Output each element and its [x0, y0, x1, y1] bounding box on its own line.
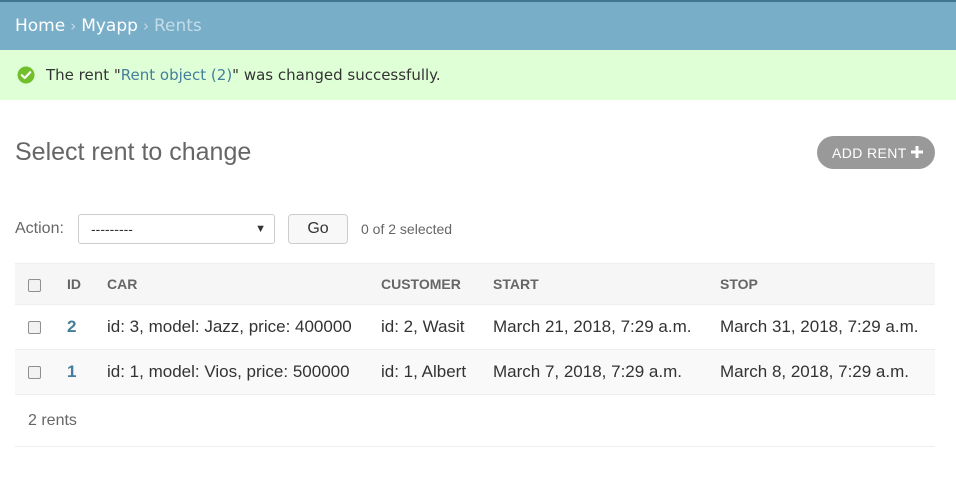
customer-cell: id: 2, Wasit [381, 304, 493, 350]
breadcrumb-separator: › [70, 17, 77, 35]
row-select-cell [15, 304, 67, 350]
results-table: ID CAR CUSTOMER START STOP 2 id: 3, mode… [15, 263, 935, 395]
paginator: 2 rents [15, 395, 935, 447]
table-row: 2 id: 3, model: Jazz, price: 400000 id: … [15, 304, 935, 350]
car-cell: id: 3, model: Jazz, price: 400000 [107, 304, 381, 350]
action-selected-option: --------- [91, 221, 133, 237]
success-message: The rent "Rent object (2)" was changed s… [0, 50, 956, 100]
breadcrumb-home-link[interactable]: Home [15, 16, 65, 36]
row-select-cell [15, 349, 67, 395]
column-header-start[interactable]: START [493, 263, 720, 305]
row-id-link[interactable]: 2 [67, 317, 76, 336]
row-id-link[interactable]: 1 [67, 362, 76, 381]
select-all-checkbox[interactable] [28, 278, 41, 292]
plus-icon [911, 146, 923, 158]
breadcrumb-app-link[interactable]: Myapp [81, 16, 138, 36]
add-rent-label: ADD RENT [832, 144, 907, 161]
row-checkbox[interactable] [28, 366, 41, 380]
select-all-header [15, 263, 67, 305]
selection-counter: 0 of 2 selected [361, 221, 453, 237]
column-header-car[interactable]: CAR [107, 263, 381, 305]
message-prefix: The rent " [46, 66, 121, 84]
table-row: 1 id: 1, model: Vios, price: 500000 id: … [15, 349, 935, 395]
action-label: Action: [15, 220, 64, 237]
message-text: The rent "Rent object (2)" was changed s… [46, 66, 441, 84]
car-cell: id: 1, model: Vios, price: 500000 [107, 349, 381, 395]
stop-cell: March 8, 2018, 7:29 a.m. [720, 349, 935, 395]
stop-cell: March 31, 2018, 7:29 a.m. [720, 304, 935, 350]
breadcrumb-current: Rents [153, 16, 202, 36]
id-cell: 1 [67, 349, 107, 395]
column-header-stop[interactable]: STOP [720, 263, 935, 305]
message-suffix: " was changed successfully. [232, 66, 441, 84]
dropdown-arrow-icon: ▼ [255, 223, 266, 235]
column-header-id[interactable]: ID [67, 263, 107, 305]
customer-cell: id: 1, Albert [381, 349, 493, 395]
row-checkbox[interactable] [28, 321, 41, 335]
result-count: 2 rents [28, 411, 77, 429]
page-title: Select rent to change [15, 138, 252, 166]
breadcrumb: Home › Myapp › Rents [0, 0, 956, 50]
id-cell: 2 [67, 304, 107, 350]
breadcrumb-separator: › [142, 17, 149, 35]
success-check-icon [17, 66, 35, 84]
column-header-customer[interactable]: CUSTOMER [381, 263, 493, 305]
go-button[interactable]: Go [288, 214, 348, 244]
start-cell: March 7, 2018, 7:29 a.m. [493, 349, 720, 395]
start-cell: March 21, 2018, 7:29 a.m. [493, 304, 720, 350]
table-header-row: ID CAR CUSTOMER START STOP [15, 263, 935, 305]
action-select[interactable]: --------- ▼ [78, 214, 275, 244]
add-rent-button[interactable]: ADD RENT [817, 136, 935, 169]
message-object-link[interactable]: Rent object (2) [121, 66, 232, 84]
